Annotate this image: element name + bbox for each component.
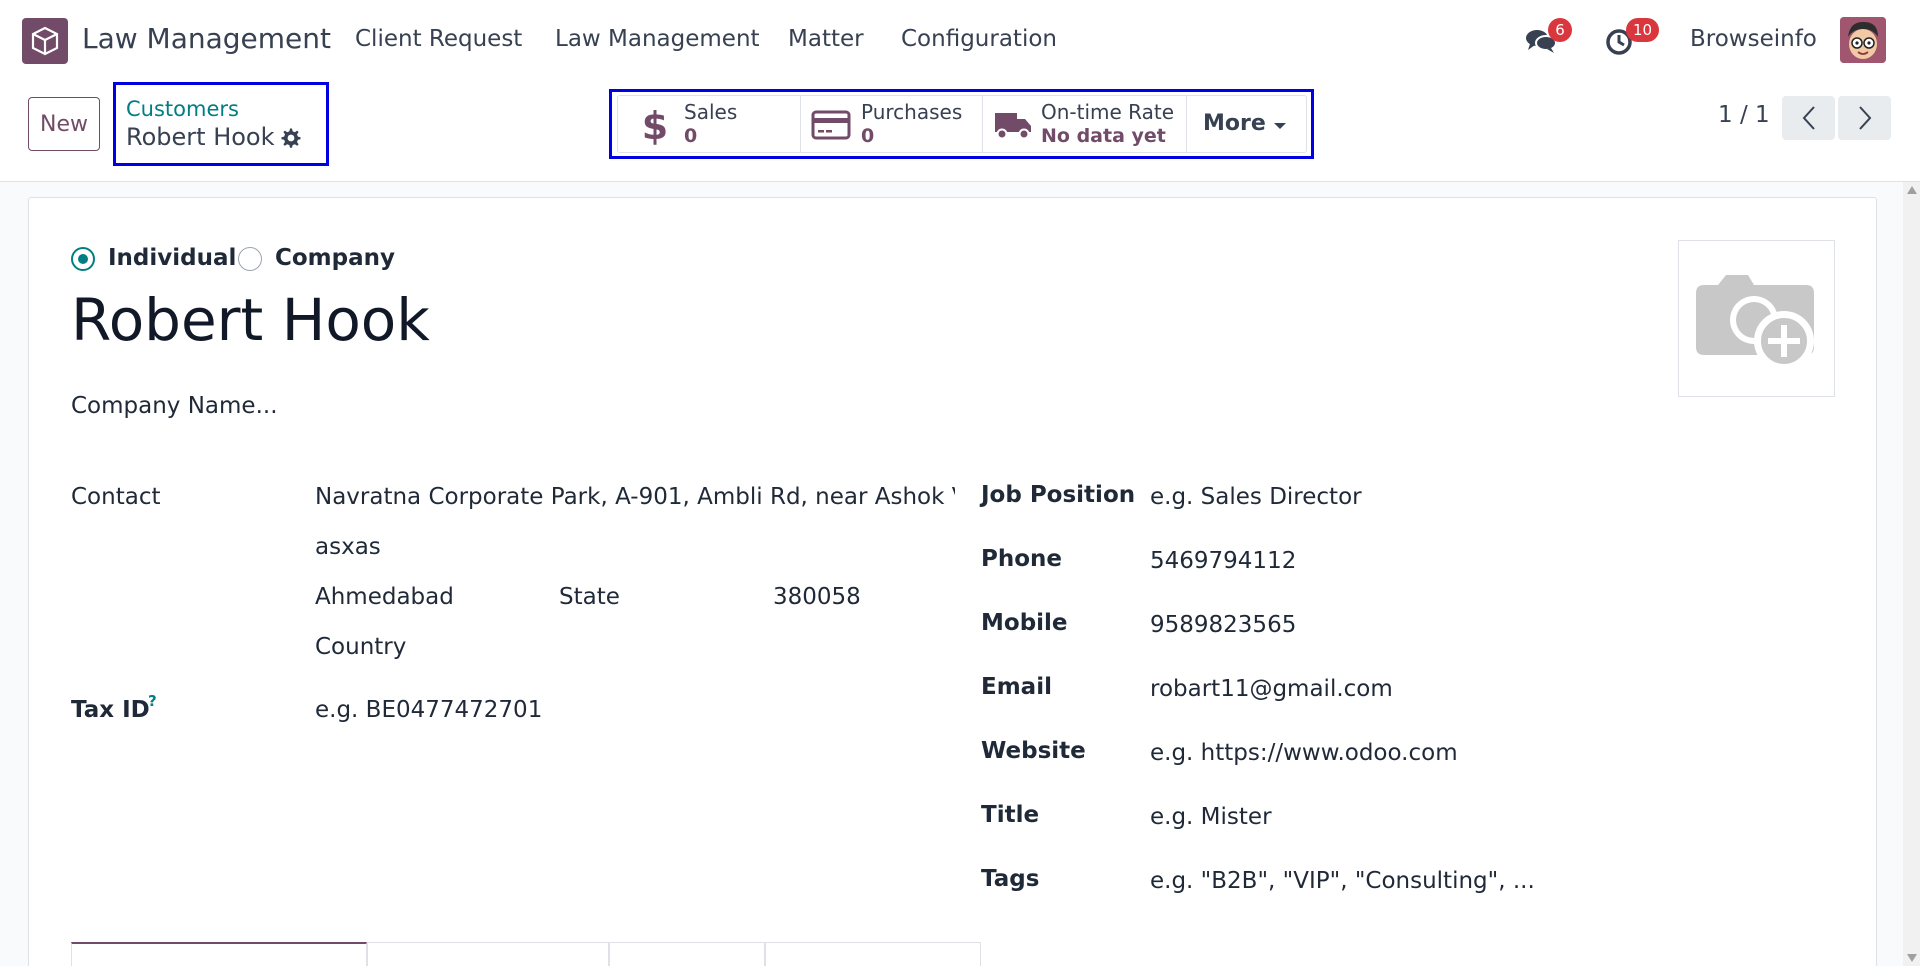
messages-button[interactable]: 6 bbox=[1524, 18, 1572, 60]
tax-id-label: Tax ID bbox=[71, 697, 150, 723]
control-panel: New Customers Robert Hook $ Sales 0 Purc… bbox=[0, 80, 1920, 182]
tax-id-help-icon[interactable]: ? bbox=[148, 692, 157, 710]
pager-value[interactable]: 1 / 1 bbox=[1718, 102, 1770, 128]
tags-field[interactable]: e.g. "B2B", "VIP", "Consulting", ... bbox=[1150, 868, 1535, 894]
purchases-label: Purchases bbox=[861, 100, 963, 124]
website-field[interactable]: e.g. https://www.odoo.com bbox=[1150, 740, 1458, 766]
job-position-label: Job Position bbox=[981, 482, 1136, 508]
form-sheet: Individual Company Robert Hook Company N… bbox=[28, 197, 1877, 966]
street-field[interactable]: Navratna Corporate Park, A-901, Ambli Rd… bbox=[315, 484, 955, 510]
new-button[interactable]: New bbox=[28, 97, 100, 151]
phone-label: Phone bbox=[981, 546, 1063, 572]
breadcrumb: Customers Robert Hook bbox=[113, 82, 329, 166]
chevron-right-icon bbox=[1858, 106, 1871, 130]
individual-label[interactable]: Individual bbox=[108, 245, 236, 271]
individual-radio[interactable] bbox=[71, 247, 95, 271]
street2-field[interactable]: asxas bbox=[315, 534, 381, 560]
app-logo-icon[interactable] bbox=[22, 18, 68, 64]
tab-contacts-addresses[interactable] bbox=[71, 942, 367, 966]
notebook-tabs bbox=[71, 942, 981, 966]
chevron-left-icon bbox=[1802, 106, 1815, 130]
job-position-field[interactable]: e.g. Sales Director bbox=[1150, 484, 1362, 510]
svg-text:$: $ bbox=[642, 105, 668, 145]
activities-badge: 10 bbox=[1626, 18, 1660, 42]
sales-label: Sales bbox=[684, 100, 738, 124]
tab-internal-notes[interactable] bbox=[765, 942, 981, 966]
user-menu[interactable]: Browseinfo bbox=[1690, 26, 1817, 52]
more-dropdown[interactable]: More bbox=[1187, 96, 1306, 152]
title-label: Title bbox=[981, 802, 1040, 828]
menu-matter[interactable]: Matter bbox=[788, 26, 864, 52]
caret-down-icon bbox=[1274, 123, 1286, 129]
pager-previous-button[interactable] bbox=[1782, 96, 1835, 140]
partner-name-field[interactable]: Robert Hook bbox=[71, 286, 430, 354]
title-field[interactable]: e.g. Mister bbox=[1150, 804, 1272, 830]
mobile-label: Mobile bbox=[981, 610, 1068, 636]
truck-icon bbox=[995, 113, 1031, 140]
breadcrumb-current: Robert Hook bbox=[126, 123, 275, 151]
company-name-field[interactable]: Company Name... bbox=[71, 393, 278, 419]
image-upload[interactable] bbox=[1678, 240, 1835, 397]
sales-smart-button[interactable]: $ Sales 0 bbox=[618, 96, 801, 152]
camera-add-icon bbox=[1696, 275, 1814, 371]
messages-badge: 6 bbox=[1548, 18, 1572, 42]
top-navbar: Law Management Client Request Law Manage… bbox=[0, 0, 1920, 80]
ontime-rate-value: No data yet bbox=[1041, 125, 1166, 147]
credit-card-icon bbox=[811, 110, 851, 140]
purchases-smart-button[interactable]: Purchases 0 bbox=[801, 96, 983, 152]
contact-label: Contact bbox=[71, 484, 161, 510]
zip-field[interactable]: 380058 bbox=[773, 584, 861, 610]
dollar-icon: $ bbox=[642, 105, 668, 145]
smart-buttons-highlight: $ Sales 0 Purchases 0 On-time Rate No da… bbox=[609, 89, 1314, 159]
city-field[interactable]: Ahmedabad bbox=[315, 584, 454, 610]
smart-buttons: $ Sales 0 Purchases 0 On-time Rate No da… bbox=[617, 95, 1307, 153]
more-label: More bbox=[1203, 111, 1266, 136]
tags-label: Tags bbox=[981, 866, 1040, 892]
avatar[interactable] bbox=[1840, 17, 1886, 63]
breadcrumb-customers-link[interactable]: Customers bbox=[126, 97, 239, 121]
ontime-rate-smart-button[interactable]: On-time Rate No data yet bbox=[983, 96, 1187, 152]
sales-value: 0 bbox=[684, 125, 698, 147]
website-label: Website bbox=[981, 738, 1086, 764]
country-field[interactable]: Country bbox=[315, 634, 406, 660]
app-name[interactable]: Law Management bbox=[82, 22, 331, 55]
menu-configuration[interactable]: Configuration bbox=[901, 26, 1057, 52]
ontime-rate-label: On-time Rate bbox=[1041, 100, 1175, 124]
tab-accounting[interactable] bbox=[609, 942, 765, 966]
tax-id-field[interactable]: e.g. BE0477472701 bbox=[315, 697, 542, 723]
scroll-down-icon[interactable] bbox=[1907, 954, 1917, 962]
email-label: Email bbox=[981, 674, 1052, 700]
gear-icon[interactable] bbox=[279, 126, 303, 150]
tab-sales-purchase[interactable] bbox=[367, 942, 609, 966]
menu-client-request[interactable]: Client Request bbox=[355, 26, 522, 52]
company-label[interactable]: Company bbox=[275, 245, 395, 271]
company-radio[interactable] bbox=[238, 247, 262, 271]
email-field[interactable]: robart11@gmail.com bbox=[1150, 676, 1393, 702]
mobile-field[interactable]: 9589823565 bbox=[1150, 612, 1296, 638]
phone-field[interactable]: 5469794112 bbox=[1150, 548, 1296, 574]
menu-law-management[interactable]: Law Management bbox=[555, 26, 760, 52]
page-scrollbar[interactable] bbox=[1903, 182, 1920, 966]
activities-button[interactable]: 10 bbox=[1604, 18, 1660, 60]
pager-next-button[interactable] bbox=[1838, 96, 1891, 140]
purchases-value: 0 bbox=[861, 125, 875, 147]
state-field[interactable]: State bbox=[559, 584, 620, 610]
scroll-up-icon[interactable] bbox=[1907, 186, 1917, 194]
